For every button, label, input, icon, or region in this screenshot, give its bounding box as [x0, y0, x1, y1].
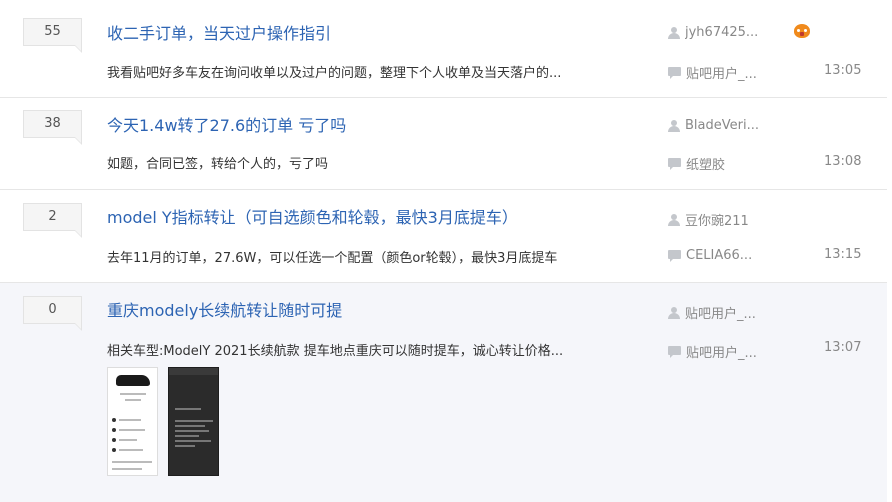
reply-bubble-icon — [668, 249, 681, 262]
thread-title-link[interactable]: model Y指标转让（可自选颜色和轮毂，最快3月底提车） — [107, 204, 518, 228]
thread-title-link[interactable]: 收二手订单，当天过户操作指引 — [107, 20, 331, 44]
reply-bubble-icon — [668, 345, 681, 358]
user-icon — [668, 306, 680, 319]
last-replier-name-link[interactable]: 贴吧用户_... — [686, 63, 757, 82]
game-controller-badge-icon[interactable] — [793, 24, 811, 38]
last-reply-time: 13:15 — [824, 247, 862, 262]
order-screenshot-thumbnail[interactable] — [168, 367, 219, 476]
thread-title-link[interactable]: 重庆modely长续航转让随时可提 — [107, 297, 342, 321]
last-replier-name-link[interactable]: 纸塑胶 — [686, 154, 725, 173]
reply-count-badge: 38 — [23, 110, 82, 145]
user-icon — [668, 26, 680, 39]
reply-bubble-icon — [668, 66, 681, 79]
thread-abstract: 我看贴吧好多车友在询问收单以及过户的问题，整理下个人收单及当天落户的... — [107, 66, 562, 81]
thread-row: 2 model Y指标转让（可自选颜色和轮毂，最快3月底提车） 去年11月的订单… — [0, 190, 887, 283]
thread-author: jyh67425... — [668, 25, 758, 40]
thread-abstract: 如题，合同已签，转给个人的，亏了吗 — [107, 157, 329, 172]
author-name-link[interactable]: jyh67425... — [685, 25, 758, 40]
last-reply-time: 13:07 — [824, 340, 862, 355]
reply-count-badge: 55 — [23, 18, 82, 53]
author-name-link[interactable]: 贴吧用户_... — [685, 303, 756, 322]
thread-author: 贴吧用户_... — [668, 303, 756, 322]
thread-last-replier: 贴吧用户_... — [668, 63, 757, 82]
reply-count-badge: 2 — [23, 203, 82, 238]
reply-count-badge: 0 — [23, 296, 82, 331]
author-name-link[interactable]: BladeVeri... — [685, 118, 759, 133]
thread-last-replier: 纸塑胶 — [668, 154, 725, 173]
thread-list: 55 收二手订单，当天过户操作指引 我看贴吧好多车友在询问收单以及过户的问题，整… — [0, 0, 887, 502]
order-screenshot-thumbnail[interactable] — [107, 367, 158, 476]
author-name-link[interactable]: 豆你豌211 — [685, 210, 749, 229]
last-replier-name-link[interactable]: CELIA66... — [686, 248, 752, 263]
last-reply-time: 13:05 — [824, 63, 862, 78]
thread-title-link[interactable]: 今天1.4w转了27.6的订单 亏了吗 — [107, 112, 346, 136]
thread-row: 38 今天1.4w转了27.6的订单 亏了吗 如题，合同已签，转给个人的，亏了吗… — [0, 98, 887, 190]
thread-row: 55 收二手订单，当天过户操作指引 我看贴吧好多车友在询问收单以及过户的问题，整… — [0, 0, 887, 98]
last-reply-time: 13:08 — [824, 154, 862, 169]
user-icon — [668, 119, 680, 132]
reply-bubble-icon — [668, 157, 681, 170]
last-replier-name-link[interactable]: 贴吧用户_... — [686, 342, 757, 361]
user-icon — [668, 213, 680, 226]
thread-author: BladeVeri... — [668, 118, 759, 133]
thread-abstract: 去年11月的订单，27.6W，可以任选一个配置（颜色or轮毂），最快3月底提车 — [107, 251, 558, 266]
thread-abstract: 相关车型:ModelY 2021长续航款 提车地点重庆可以随时提车，诚心转让价格… — [107, 344, 564, 359]
thread-author: 豆你豌211 — [668, 210, 749, 229]
thread-last-replier: CELIA66... — [668, 248, 752, 263]
thread-last-replier: 贴吧用户_... — [668, 342, 757, 361]
